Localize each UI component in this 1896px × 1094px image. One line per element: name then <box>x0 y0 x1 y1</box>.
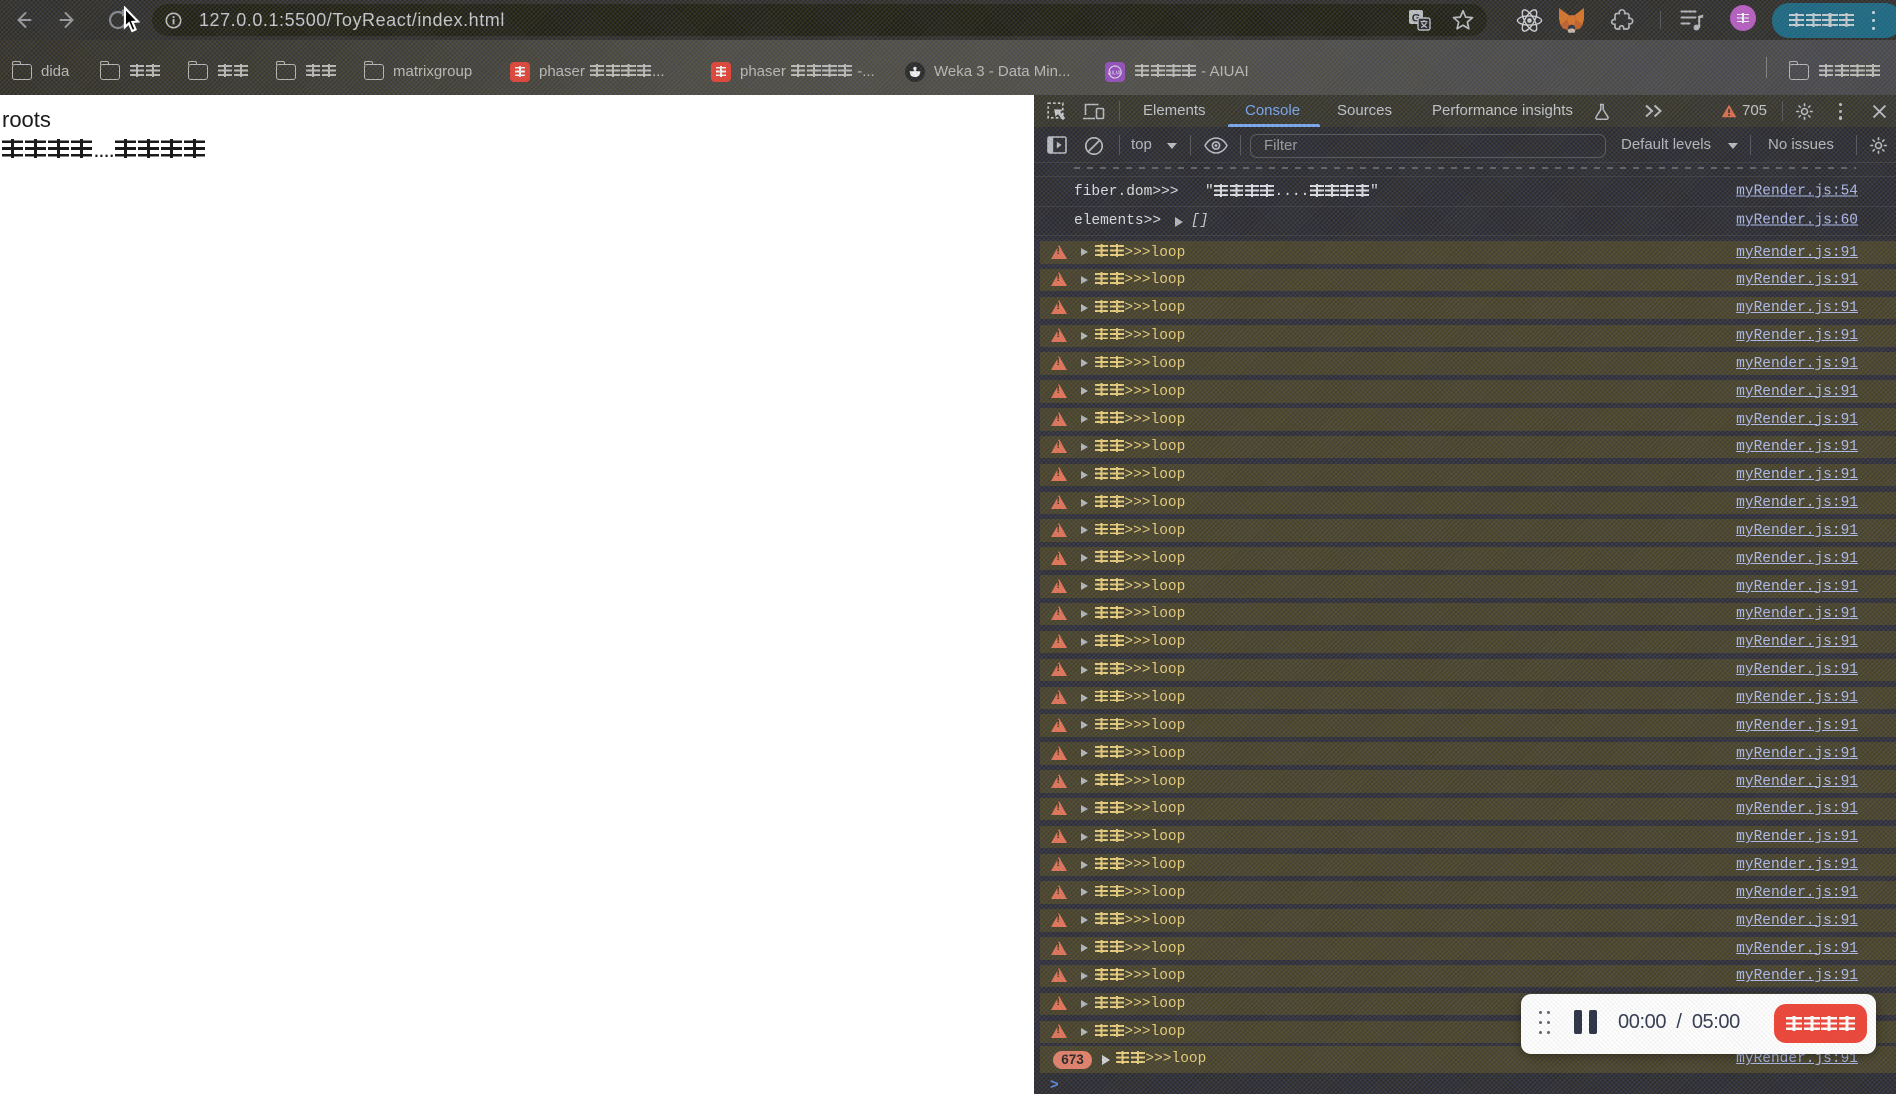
svg-text:AIUAI: AIUAI <box>1108 70 1123 76</box>
